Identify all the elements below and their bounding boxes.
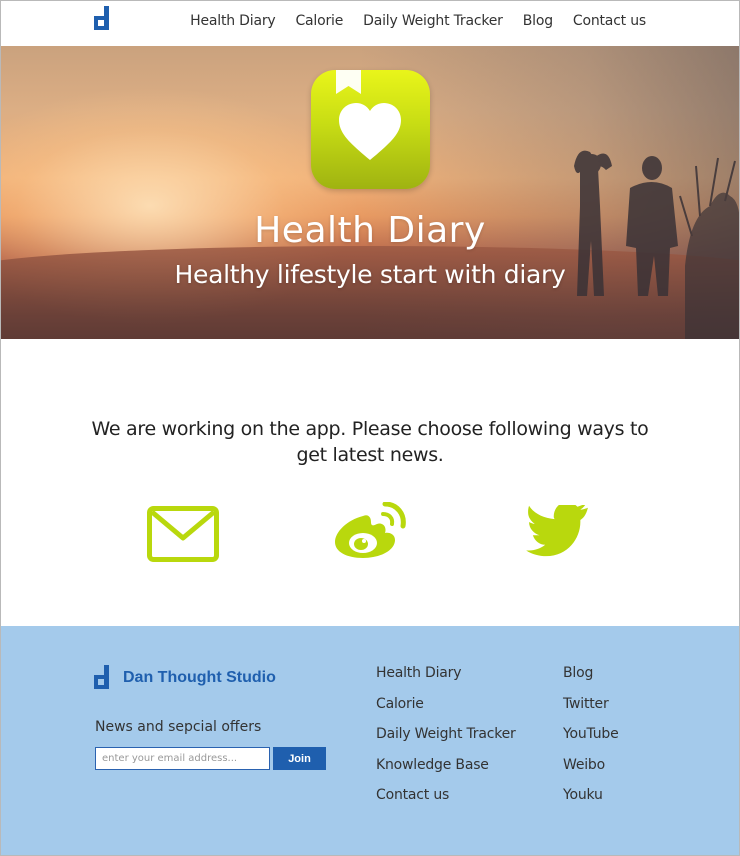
d-logo-icon[interactable] — [94, 6, 114, 32]
email-input[interactable] — [95, 747, 270, 770]
top-nav: Health Diary Calorie Daily Weight Tracke… — [0, 0, 740, 46]
footer-link-health-diary[interactable]: Health Diary — [376, 664, 516, 695]
heart-bookmark-icon — [336, 70, 401, 160]
nav-link-contact-us[interactable]: Contact us — [573, 13, 646, 29]
news-message: We are working on the app. Please choose… — [91, 418, 649, 466]
hero-banner: Health Diary Healthy lifestyle start wit… — [0, 46, 740, 339]
mail-icon[interactable] — [147, 506, 219, 562]
footer-link-contact-us[interactable]: Contact us — [376, 786, 516, 817]
footer-link-youku[interactable]: Youku — [563, 786, 619, 817]
twitter-icon[interactable] — [526, 505, 588, 557]
brand-name: Dan Thought Studio — [123, 669, 276, 686]
nav-link-calorie[interactable]: Calorie — [295, 13, 343, 29]
footer-link-twitter[interactable]: Twitter — [563, 695, 619, 726]
footer-link-calorie[interactable]: Calorie — [376, 695, 516, 726]
footer-links-col2: Blog Twitter YouTube Weibo Youku — [563, 664, 619, 817]
footer-link-weibo[interactable]: Weibo — [563, 756, 619, 787]
d-logo-icon — [94, 665, 109, 689]
footer — [0, 626, 740, 856]
weibo-icon[interactable] — [333, 502, 407, 560]
nav-link-health-diary[interactable]: Health Diary — [190, 13, 276, 29]
hero-title: Health Diary — [254, 210, 486, 251]
nav-link-blog[interactable]: Blog — [523, 13, 553, 29]
app-icon — [311, 70, 430, 189]
footer-link-blog[interactable]: Blog — [563, 664, 619, 695]
hero-subtitle: Healthy lifestyle start with diary — [174, 260, 566, 289]
footer-link-knowledge-base[interactable]: Knowledge Base — [376, 756, 516, 787]
footer-link-daily-weight-tracker[interactable]: Daily Weight Tracker — [376, 725, 516, 756]
nav-links: Health Diary Calorie Daily Weight Tracke… — [170, 13, 646, 29]
nav-link-daily-weight-tracker[interactable]: Daily Weight Tracker — [363, 13, 503, 29]
newsletter-label: News and sepcial offers — [95, 719, 262, 735]
footer-link-youtube[interactable]: YouTube — [563, 725, 619, 756]
footer-links-col1: Health Diary Calorie Daily Weight Tracke… — [376, 664, 516, 817]
join-button[interactable]: Join — [273, 747, 326, 770]
footer-brand[interactable]: Dan Thought Studio — [94, 665, 276, 691]
